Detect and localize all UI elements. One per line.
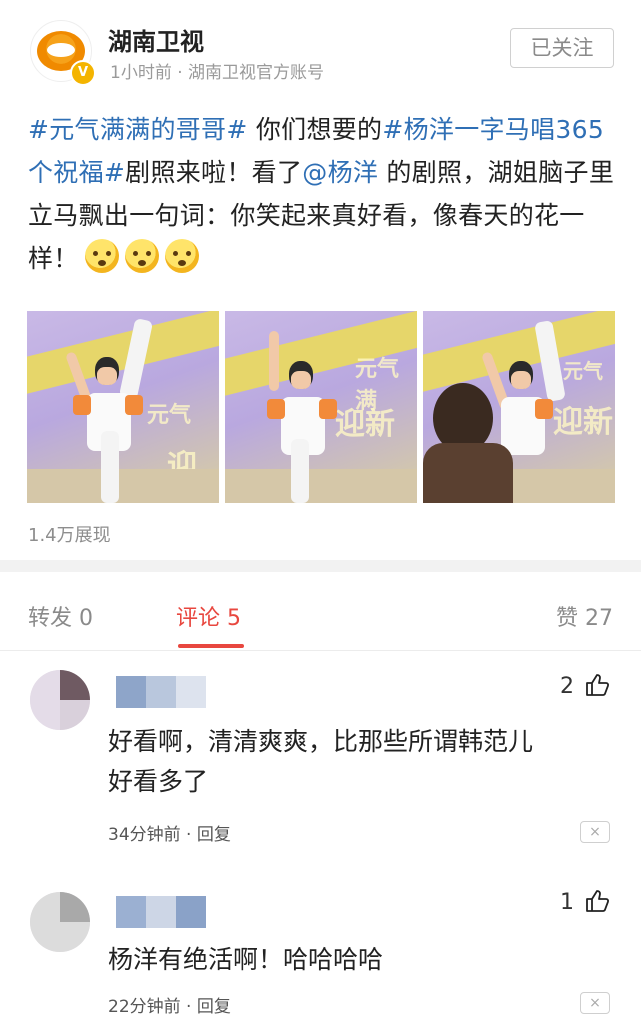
close-icon[interactable]: × bbox=[580, 821, 610, 843]
figure-leg bbox=[291, 439, 309, 503]
photo-floor bbox=[225, 469, 417, 503]
commenter-avatar[interactable] bbox=[30, 670, 90, 730]
follow-button[interactable]: 已关注 bbox=[510, 28, 614, 68]
tab-repost[interactable]: 转发 0 bbox=[28, 600, 93, 632]
figure-arm bbox=[269, 331, 279, 391]
avatar-mosaic bbox=[60, 892, 90, 922]
photo-wall-text: 元气 bbox=[147, 403, 192, 428]
close-icon[interactable]: × bbox=[580, 992, 610, 1014]
comment-meta[interactable]: 34分钟前 · 回复 bbox=[108, 820, 231, 845]
comment-text-line: 好看多了 bbox=[108, 767, 209, 796]
thumbs-up-icon[interactable] bbox=[584, 888, 610, 914]
comment-text: 杨洋有绝活啊！哈哈哈哈 bbox=[108, 940, 608, 980]
shocked-emoji-icon bbox=[84, 239, 119, 273]
shocked-emoji-icon bbox=[164, 239, 199, 273]
comment-like-count: 2 bbox=[560, 674, 574, 699]
name-mosaic bbox=[176, 896, 206, 928]
tab-divider bbox=[0, 650, 641, 651]
comment-text-line: 好看啊，清清爽爽，比那些所谓韩范儿 bbox=[108, 727, 534, 756]
comment-text-line: 杨洋有绝活啊！哈哈哈哈 bbox=[108, 945, 384, 974]
figure-sleeve bbox=[73, 395, 91, 415]
account-name[interactable]: 湖南卫视 bbox=[108, 22, 204, 57]
name-mosaic bbox=[146, 676, 176, 708]
foreground-person-body bbox=[423, 443, 513, 503]
logo-inner bbox=[47, 43, 75, 57]
figure-face bbox=[511, 371, 531, 389]
photo-wall-text: 迎新 bbox=[335, 407, 395, 442]
avatar-mosaic bbox=[60, 670, 90, 700]
figure-sleeve bbox=[125, 395, 143, 415]
figure-sleeve bbox=[535, 399, 553, 419]
commenter-name-mosaic[interactable] bbox=[116, 896, 206, 928]
commenter-name-mosaic[interactable] bbox=[116, 676, 206, 708]
thumbs-up-icon[interactable] bbox=[584, 672, 610, 698]
comment-like-count: 1 bbox=[560, 890, 574, 915]
avatar-mosaic bbox=[30, 670, 60, 730]
post-text-segment: 你们想要的 bbox=[247, 115, 383, 144]
section-divider bbox=[0, 560, 641, 572]
view-count: 1.4万展现 bbox=[28, 525, 111, 546]
photo-wall-text: 元气 bbox=[563, 359, 603, 383]
post-text-segment: 剧照来啦！看了 bbox=[125, 158, 303, 187]
figure-sleeve bbox=[319, 399, 337, 419]
verified-badge-icon: V bbox=[70, 60, 96, 86]
post-photo-2[interactable]: 元气满 迎新 bbox=[225, 311, 417, 503]
post-photo-1[interactable]: 元气 迎新 bbox=[27, 311, 219, 503]
tab-like[interactable]: 赞 27 bbox=[556, 600, 613, 632]
avatar-mosaic bbox=[60, 700, 90, 730]
post-meta: 1小时前 · 湖南卫视官方账号 bbox=[110, 63, 325, 83]
comment-text: 好看啊，清清爽爽，比那些所谓韩范儿 好看多了 bbox=[108, 722, 608, 802]
figure-sleeve bbox=[267, 399, 285, 419]
commenter-avatar[interactable] bbox=[30, 892, 90, 952]
name-mosaic bbox=[146, 896, 176, 928]
mention-link[interactable]: @杨洋 bbox=[302, 158, 378, 187]
figure-leg bbox=[101, 431, 119, 503]
tab-comment[interactable]: 评论 5 bbox=[176, 600, 241, 632]
hashtag-link[interactable]: #元气满满的哥哥# bbox=[28, 115, 248, 144]
name-mosaic bbox=[116, 896, 146, 928]
active-tab-indicator bbox=[178, 644, 244, 648]
name-mosaic bbox=[176, 676, 206, 708]
figure-face bbox=[97, 367, 117, 385]
post-photo-3[interactable]: 元气 迎新 bbox=[423, 311, 615, 503]
photo-floor bbox=[27, 469, 219, 503]
name-mosaic bbox=[116, 676, 146, 708]
post-text: #元气满满的哥哥# 你们想要的#杨洋一字马唱365个祝福#剧照来啦！看了@杨洋 … bbox=[28, 108, 618, 280]
photo-wall-text: 迎新 bbox=[553, 405, 613, 440]
figure-face bbox=[291, 371, 311, 389]
shocked-emoji-icon bbox=[124, 239, 159, 273]
comment-meta[interactable]: 22分钟前 · 回复 bbox=[108, 992, 231, 1017]
